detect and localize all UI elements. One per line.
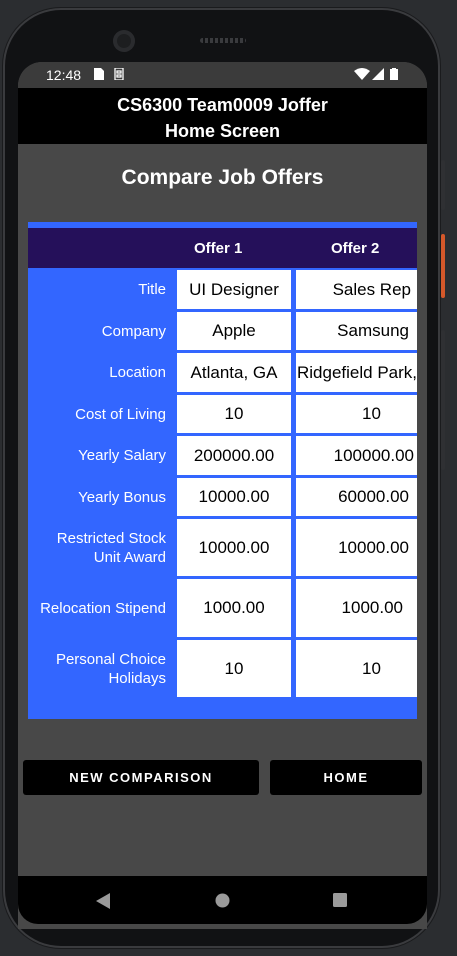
- offer1-rsu-award: 10000.00: [177, 519, 291, 576]
- row-label-title: Title: [138, 281, 166, 298]
- table-row: Restricted Stock Unit Award 10000.00 100…: [28, 519, 417, 576]
- row-label-company: Company: [101, 322, 166, 340]
- table-row: Company Apple Samsung: [28, 312, 417, 350]
- row-label-personal-choice-holidays: Personal Choice Holidays: [55, 650, 166, 687]
- offer2-relocation-stipend: 1000.00: [296, 579, 417, 637]
- table-row: Relocation Stipend 1000.00 1000.00: [28, 579, 417, 637]
- table-row: Yearly Bonus 10000.00 60000.00: [28, 478, 417, 516]
- row-label-yearly-salary: Yearly Salary: [78, 447, 166, 464]
- table-header: Offer 1 Offer 2: [28, 228, 417, 268]
- offer2-yearly-bonus: 60000.00: [296, 478, 417, 516]
- app-bar: CS6300 Team0009 Joffer Home Screen: [18, 88, 427, 144]
- offer2-location: Ridgefield Park,: [296, 353, 417, 392]
- offer1-yearly-bonus: 10000.00: [177, 478, 291, 516]
- status-bar: 12:48: [18, 62, 427, 88]
- home-icon[interactable]: [215, 893, 230, 908]
- system-nav-bar: [18, 876, 427, 924]
- power-button: [441, 160, 445, 210]
- offer1-yearly-salary: 200000.00: [177, 436, 291, 475]
- table-row: Cost of Living 10 10: [28, 395, 417, 433]
- home-button[interactable]: HOME: [270, 760, 422, 795]
- app-title: CS6300 Team0009 Joffer: [117, 95, 328, 115]
- cell-signal-icon: [372, 68, 384, 80]
- earpiece-speaker: [200, 38, 246, 43]
- offer1-cost-of-living: 10: [177, 395, 291, 433]
- offer1-title: UI Designer: [177, 270, 291, 309]
- offer2-personal-choice-holidays: 10: [296, 640, 417, 697]
- table-row: Yearly Salary 200000.00 100000.00: [28, 436, 417, 475]
- offer1-location: Atlanta, GA: [177, 353, 291, 392]
- volume-button: [441, 330, 445, 470]
- recents-icon[interactable]: [333, 893, 347, 907]
- battery-icon: [390, 68, 398, 80]
- offer2-yearly-salary: 100000.00: [296, 436, 417, 475]
- table-row: Title UI Designer Sales Rep: [28, 270, 417, 309]
- new-comparison-button[interactable]: NEW COMPARISON: [23, 760, 259, 795]
- side-accent: [441, 234, 445, 298]
- offer2-cost-of-living: 10: [296, 395, 417, 433]
- offer1-company: Apple: [177, 312, 291, 350]
- table-row: Personal Choice Holidays 10 10: [28, 640, 417, 697]
- offer1-personal-choice-holidays: 10: [177, 640, 291, 697]
- row-label-cost-of-living: Cost of Living: [75, 405, 166, 423]
- row-label-rsu-award: Restricted Stock Unit Award: [56, 529, 166, 566]
- back-icon[interactable]: [96, 893, 110, 909]
- row-label-relocation-stipend: Relocation Stipend: [40, 599, 166, 617]
- offer2-company: Samsung: [296, 312, 417, 350]
- app-subtitle: Home Screen: [164, 121, 281, 141]
- status-time: 12:48: [46, 67, 82, 83]
- offer2-rsu-award: 10000.00: [296, 519, 417, 576]
- comparison-table: Offer 1 Offer 2 Title UI Designer Sales …: [28, 222, 417, 719]
- offer2-title: Sales Rep: [296, 270, 417, 309]
- page-title: Compare Job Offers: [121, 166, 324, 189]
- screen: 12:48 CS6300 Team0009 Joffer Home Screen…: [18, 62, 427, 929]
- offer1-relocation-stipend: 1000.00: [177, 579, 291, 637]
- row-label-location: Location: [109, 364, 166, 381]
- row-label-yearly-bonus: Yearly Bonus: [78, 488, 166, 506]
- sim-card-icon: [94, 68, 104, 80]
- sd-card-icon: [114, 68, 124, 80]
- table-row: Location Atlanta, GA Ridgefield Park,: [28, 353, 417, 392]
- wifi-icon: [354, 68, 370, 80]
- header-offer-2: Offer 2: [331, 240, 380, 257]
- header-offer-1: Offer 1: [194, 240, 243, 257]
- front-camera: [113, 30, 135, 52]
